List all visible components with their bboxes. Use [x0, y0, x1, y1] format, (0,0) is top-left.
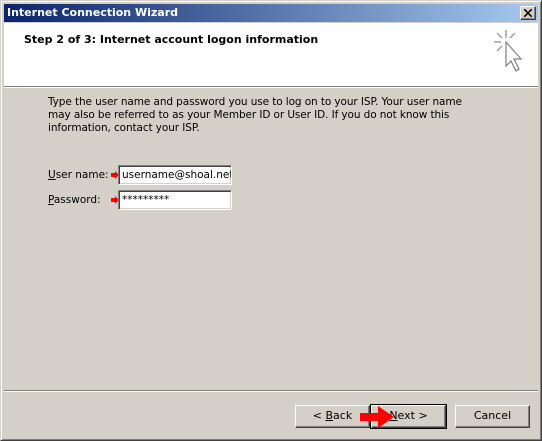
- username-field[interactable]: username@shoal.net.a: [118, 165, 232, 185]
- username-value: username@shoal.net.a: [122, 169, 232, 181]
- password-field[interactable]: *********: [118, 190, 232, 210]
- wizard-header: Step 2 of 3: Internet account logon info…: [4, 23, 538, 86]
- username-label: User name:: [48, 169, 109, 181]
- window-title: Internet Connection Wizard: [7, 6, 178, 19]
- close-icon: [524, 9, 532, 17]
- instructions-text: Type the user name and password you use …: [48, 96, 462, 134]
- title-bar[interactable]: Internet Connection Wizard: [4, 4, 538, 22]
- password-label: Password:: [48, 194, 101, 206]
- header-divider: [4, 86, 538, 88]
- cancel-button[interactable]: Cancel: [455, 405, 530, 428]
- red-arrow-icon: [360, 406, 394, 428]
- wizard-cursor-icon: [494, 30, 523, 72]
- wizard-window: Internet Connection Wizard Step 2 of 3: …: [0, 0, 542, 441]
- back-button[interactable]: < Back: [295, 405, 370, 428]
- close-button[interactable]: [520, 6, 536, 20]
- footer-divider: [4, 390, 538, 392]
- page-title: Step 2 of 3: Internet account logon info…: [24, 33, 319, 46]
- password-value: *********: [122, 194, 170, 206]
